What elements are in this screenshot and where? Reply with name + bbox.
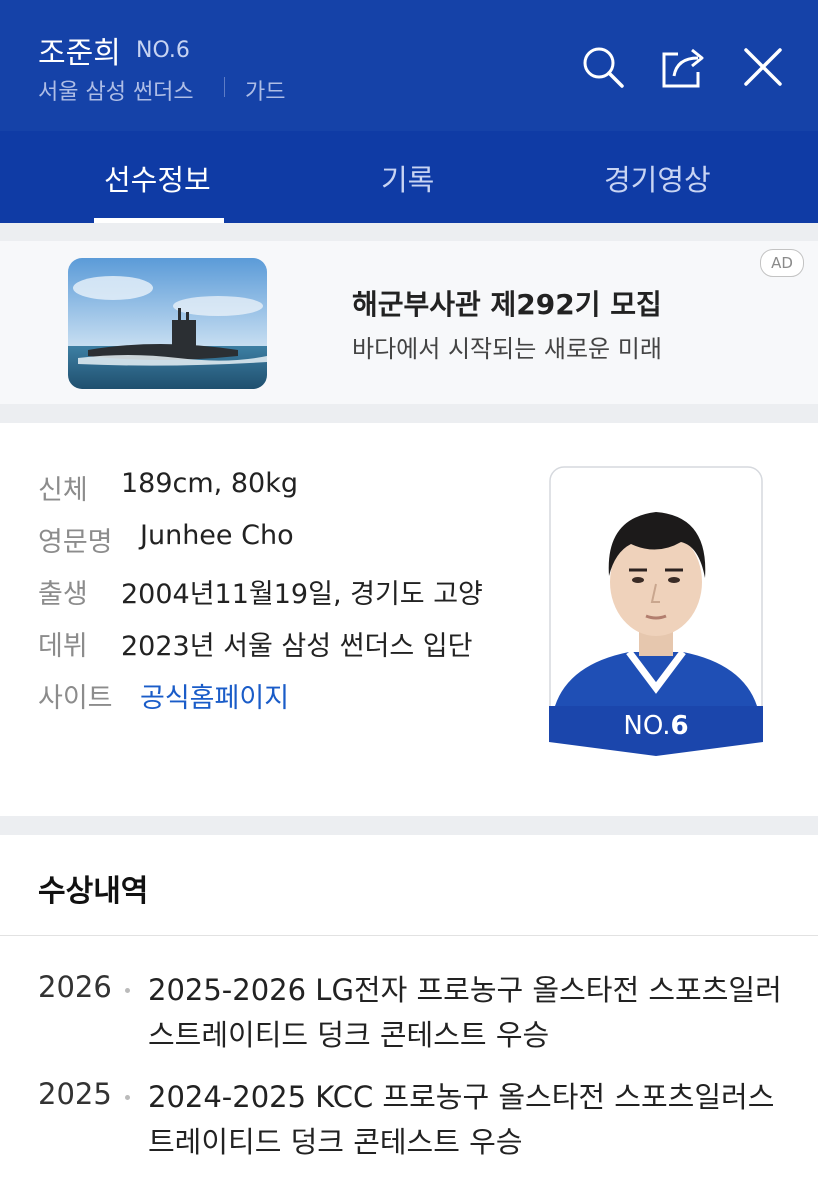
section-gap	[0, 404, 818, 423]
team-name: 서울 삼성 썬더스	[38, 80, 194, 105]
profile-value: 189cm, 80kg	[121, 468, 298, 499]
tab-records[interactable]: 기록	[381, 157, 434, 199]
profile-value: Junhee Cho	[140, 520, 294, 551]
ad-banner[interactable]: 해군부사관 제292기 모집 바다에서 시작되는 새로운 미래 AD	[0, 241, 818, 404]
profile-label: 영문명	[38, 527, 113, 558]
profile-value: 2004년11월19일, 경기도 고양	[121, 579, 483, 610]
close-icon[interactable]	[740, 44, 786, 90]
profile-row-site: 사이트 공식홈페이지	[38, 676, 289, 715]
card-number-value: 6	[670, 711, 689, 741]
bullet-dot	[125, 1095, 130, 1100]
player-position: 가드	[245, 80, 286, 105]
divider	[0, 935, 818, 936]
ad-badge: AD	[760, 249, 804, 277]
profile-row-english-name: 영문명 Junhee Cho	[38, 520, 294, 559]
profile-row-body: 신체 189cm, 80kg	[38, 468, 298, 507]
profile-value: 2023년 서울 삼성 썬더스 입단	[121, 631, 473, 662]
awards-title: 수상내역	[38, 874, 149, 909]
player-number: NO.6	[136, 38, 190, 63]
card-number-prefix: NO.	[623, 711, 671, 741]
section-gap	[0, 223, 818, 241]
search-icon[interactable]	[580, 44, 626, 90]
official-homepage-link[interactable]: 공식홈페이지	[140, 676, 289, 715]
profile-label: 사이트	[38, 683, 113, 714]
tab-game-videos[interactable]: 경기영상	[604, 157, 711, 199]
ad-title[interactable]: 해군부사관 제292기 모집	[352, 283, 662, 323]
profile-label: 출생	[38, 579, 88, 610]
award-text: 2025-2026 LG전자 프로농구 올스타전 스포츠일러스트레이티드 덩크 …	[148, 973, 782, 1052]
card-number: NO.6	[549, 711, 763, 741]
profile-label: 신체	[38, 475, 88, 506]
divider	[224, 77, 225, 97]
tab-player-info[interactable]: 선수정보	[104, 157, 211, 199]
profile-label: 데뷔	[38, 631, 88, 662]
ad-image-submarine[interactable]	[68, 258, 267, 389]
profile-row-birth: 출생 2004년11월19일, 경기도 고양	[38, 572, 483, 611]
player-name: 조준희	[38, 36, 121, 71]
tab-bar: 선수정보 기록 경기영상	[0, 131, 818, 223]
profile-row-debut: 데뷔 2023년 서울 삼성 썬더스 입단	[38, 624, 472, 663]
bullet-dot	[125, 988, 130, 993]
share-icon[interactable]	[660, 44, 706, 90]
award-year: 2026	[38, 970, 112, 1004]
player-profile: 신체 189cm, 80kg 영문명 Junhee Cho 출생 2004년11…	[0, 423, 818, 816]
player-photo-card: NO.6	[549, 466, 763, 756]
award-text: 2024-2025 KCC 프로농구 올스타전 스포츠일러스트레이티드 덩크 콘…	[148, 1080, 775, 1159]
award-year: 2025	[38, 1077, 112, 1111]
header: 조준희 NO.6 서울 삼성 썬더스 가드	[0, 0, 818, 131]
section-gap	[0, 816, 818, 835]
ad-subtitle[interactable]: 바다에서 시작되는 새로운 미래	[352, 329, 662, 364]
